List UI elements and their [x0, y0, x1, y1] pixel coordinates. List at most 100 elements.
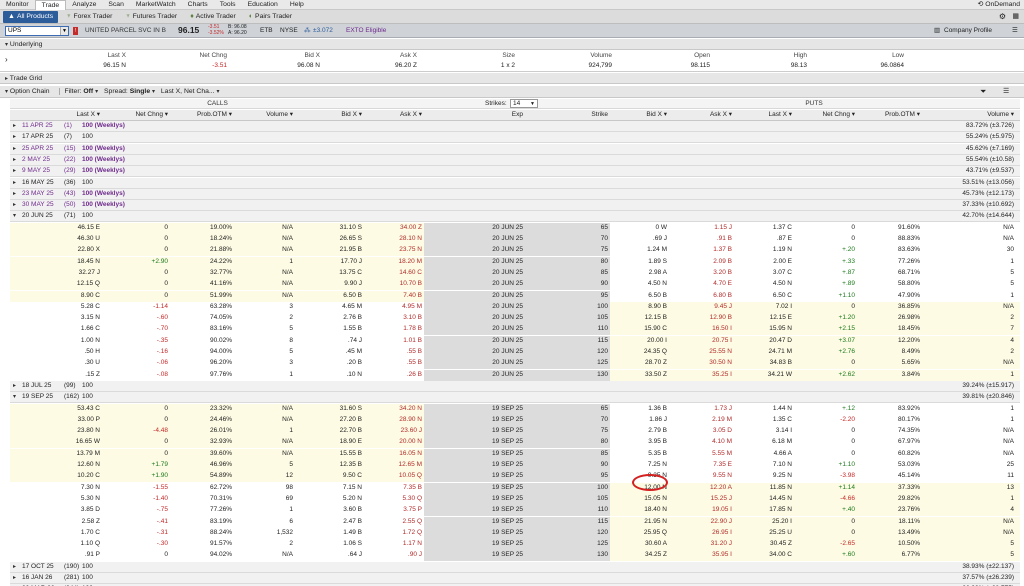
option-row[interactable]: 5.30 N -1.40 70.31% 69 5.20 N 5.30 Q 19 SEP 25…: [10, 493, 1020, 505]
call-ask[interactable]: 34.00 Z: [352, 224, 422, 232]
put-bid[interactable]: 34.25 Z: [597, 551, 667, 559]
call-ask[interactable]: 12.65 M: [352, 461, 423, 469]
chevron-right-icon[interactable]: ▸: [13, 201, 16, 209]
symbol-input[interactable]: UPS ▼: [5, 26, 69, 36]
expiration-row[interactable]: ▾ 19 SEP 25 (162) 100 39.81% (±20.846): [10, 392, 1020, 404]
menu-scan[interactable]: Scan: [102, 0, 130, 10]
put-bid[interactable]: 1.89 S: [597, 258, 667, 266]
call-ask[interactable]: 16.05 N: [352, 450, 422, 458]
call-ask[interactable]: 10.70 B: [352, 280, 422, 288]
option-row[interactable]: 1.66 C -.70 83.16% 5 1.55 B 1.78 B 20 JUN 25 11…: [10, 324, 1020, 336]
put-bid[interactable]: 21.95 N: [597, 518, 667, 526]
option-row[interactable]: 3.15 N -.60 74.05% 2 2.76 B 3.10 B 20 JUN 25 10…: [10, 313, 1020, 325]
option-row[interactable]: .50 H -.16 94.00% 5.45 M .55 B 20 JUN 25 120 24…: [10, 347, 1020, 358]
put-bid[interactable]: 3.95 B: [597, 438, 667, 446]
chevron-right-icon[interactable]: ▸: [13, 133, 16, 141]
toolbar-all-products[interactable]: ▲ All Products: [3, 10, 59, 23]
chevron-down-icon[interactable]: ▾: [216, 89, 219, 95]
call-ask[interactable]: 1.17 N: [352, 540, 422, 548]
option-row[interactable]: .15 Z -.08 97.76% 1.10 N .26 B 20 JUN 25 130 33…: [10, 369, 1020, 381]
option-row[interactable]: .30 U -.06 96.20% 3.20 B .55 B 20 JUN 25 125 28…: [10, 358, 1020, 370]
expiration-row[interactable]: ▸ 2 MAY 25 (22) 100 (Weeklys) 55.54% (±10.58…: [10, 154, 1020, 166]
gear-icon[interactable]: ⚙: [999, 12, 1006, 21]
call-ask[interactable]: 10.05 Q: [352, 472, 422, 480]
put-header[interactable]: Net Chng ▾: [785, 111, 855, 119]
call-header[interactable]: Prob.OTM ▾: [162, 111, 232, 119]
option-row[interactable]: 16.65 W 0 32.93% N/A 18.90 E 20.00 N 19 SEP 25…: [10, 437, 1020, 449]
menu-monitor[interactable]: Monitor: [0, 0, 35, 10]
spread-value[interactable]: Single: [130, 88, 150, 95]
menu-trade[interactable]: Trade: [34, 0, 67, 10]
menu-charts[interactable]: Charts: [182, 0, 214, 10]
filter-icon[interactable]: ⏷: [980, 88, 986, 96]
put-bid[interactable]: 18.40 N: [597, 506, 667, 514]
option-row[interactable]: 1.70 C -.31 88.24% 1,532 1.49 B 1.72 Q 19 SEP …: [10, 527, 1020, 539]
expiration-row[interactable]: ▸ 25 APR 25 (15) 100 (Weeklys) 45.62% (±7.16…: [10, 143, 1020, 155]
chevron-right-icon[interactable]: ▸: [13, 563, 16, 571]
option-row[interactable]: 12.60 N +1.79 46.96% 5 12.35 B 12.65 M 19 SEP …: [10, 460, 1020, 471]
alert-flag-icon[interactable]: !: [73, 27, 78, 35]
call-header[interactable]: Last X ▾: [30, 111, 101, 119]
call-header[interactable]: Net Chng ▾: [98, 111, 168, 119]
option-row[interactable]: 5.28 C -1.14 63.28% 3 4.65 M 4.95 M 20 JUN 25 1…: [10, 301, 1020, 313]
put-bid[interactable]: .69 J: [597, 235, 667, 243]
expiration-row[interactable]: ▸ 18 JUL 25 (99) 100 39.24% (±15.917): [10, 380, 1020, 392]
chevron-right-icon[interactable]: ▸: [13, 574, 16, 582]
chevron-right-icon[interactable]: ▸: [13, 190, 16, 198]
call-ask[interactable]: 23.60 J: [352, 427, 422, 435]
toolbar-futures-trader[interactable]: ♆ Futures Trader: [120, 11, 182, 23]
chevron-down-icon[interactable]: ▾: [95, 89, 98, 95]
call-ask[interactable]: 5.30 Q: [352, 495, 422, 503]
chevron-right-icon[interactable]: ▸: [13, 179, 16, 187]
option-row[interactable]: 23.80 N -4.48 26.01% 1 22.70 B 23.60 J 19 SEP …: [10, 426, 1020, 438]
chevron-down-icon[interactable]: ▾: [152, 89, 155, 95]
chevron-down-icon[interactable]: ▾: [13, 212, 16, 220]
put-bid[interactable]: 25.95 Q: [597, 529, 667, 537]
call-ask[interactable]: .90 J: [352, 551, 422, 559]
mid-header[interactable]: Exp: [453, 111, 523, 119]
put-bid[interactable]: 6.50 B: [597, 292, 667, 300]
expiration-row[interactable]: ▸ 17 APR 25 (7) 100 55.24% (±5.975): [10, 132, 1020, 144]
call-ask[interactable]: 20.00 N: [352, 438, 422, 446]
call-ask[interactable]: 28.90 N: [352, 416, 422, 424]
option-row[interactable]: 13.79 M 0 39.60% N/A 15.55 B 16.05 N 19 SEP 25…: [10, 448, 1020, 460]
option-row[interactable]: 53.43 C 0 23.32% N/A 31.60 S 34.20 N 19 SEP 25…: [10, 403, 1020, 415]
call-ask[interactable]: 1.78 B: [352, 325, 422, 333]
put-bid[interactable]: 5.35 B: [597, 450, 667, 458]
menu-tools[interactable]: Tools: [214, 0, 242, 10]
option-row[interactable]: 12.15 Q 0 41.16% N/A 9.90 J 10.70 B 20 JUN 25 9…: [10, 279, 1020, 291]
call-ask[interactable]: 18.20 M: [352, 258, 423, 266]
put-header[interactable]: Bid X ▾: [597, 111, 667, 119]
call-ask[interactable]: 14.60 C: [352, 269, 422, 277]
call-ask[interactable]: .55 B: [352, 348, 422, 356]
menu-analyze[interactable]: Analyze: [66, 0, 102, 10]
call-ask[interactable]: 7.35 B: [352, 484, 422, 492]
option-row[interactable]: 7.30 N -1.55 62.72% 98 7.15 N 7.35 B 19 SEP 25…: [10, 482, 1020, 494]
put-bid[interactable]: 1.36 B: [597, 405, 667, 413]
call-ask[interactable]: 28.10 N: [352, 235, 422, 243]
call-ask[interactable]: 3.75 P: [352, 506, 422, 514]
symbol-dropdown-icon[interactable]: ▼: [60, 27, 68, 35]
chevron-right-icon[interactable]: ▸: [13, 167, 16, 175]
put-bid[interactable]: 24.35 Q: [597, 348, 667, 356]
menu-help[interactable]: Help: [284, 0, 310, 10]
menu-icon[interactable]: ☰: [1012, 27, 1018, 35]
put-bid[interactable]: 0 W: [597, 224, 667, 232]
call-ask[interactable]: 3.10 B: [352, 314, 422, 322]
toolbar-pairs-trader[interactable]: ◐ Pairs Trader: [244, 11, 297, 23]
put-bid[interactable]: 2.79 B: [597, 427, 667, 435]
expiration-row[interactable]: ▸ 16 MAY 25 (36) 100 53.51% (±13.056): [10, 177, 1020, 189]
option-row[interactable]: .91 P 0 94.02% N/A .64 J .90 J 19 SEP 25 130 34.…: [10, 550, 1020, 562]
expiration-row[interactable]: ▸ 23 MAY 25 (43) 100 (Weeklys) 45.73% (±12.1…: [10, 188, 1020, 200]
call-ask[interactable]: 1.01 B: [352, 337, 422, 345]
expiration-row[interactable]: ▸ 30 MAY 25 (50) 100 (Weeklys) 37.33% (±10.6…: [10, 200, 1020, 212]
option-row[interactable]: 46.15 E 0 19.00% N/A 31.10 S 34.00 Z 20 JUN 25…: [10, 222, 1020, 234]
option-row[interactable]: 2.58 Z -.41 83.19% 6 2.47 B 2.55 Q 19 SEP 25 11…: [10, 516, 1020, 528]
put-bid[interactable]: 20.00 I: [597, 337, 667, 345]
option-row[interactable]: 46.30 U 0 18.24% N/A 26.65 S 28.10 N 20 JUN 25…: [10, 234, 1020, 245]
put-bid[interactable]: 33.50 Z: [597, 371, 667, 379]
option-row[interactable]: 8.90 C 0 51.99% N/A 6.50 B 7.40 B 20 JUN 25 95 6…: [10, 290, 1020, 302]
toolbar-forex-trader[interactable]: ♆ Forex Trader: [61, 11, 117, 23]
put-header[interactable]: Last X ▾: [722, 111, 793, 119]
chevron-down-icon[interactable]: ▾: [13, 393, 16, 401]
